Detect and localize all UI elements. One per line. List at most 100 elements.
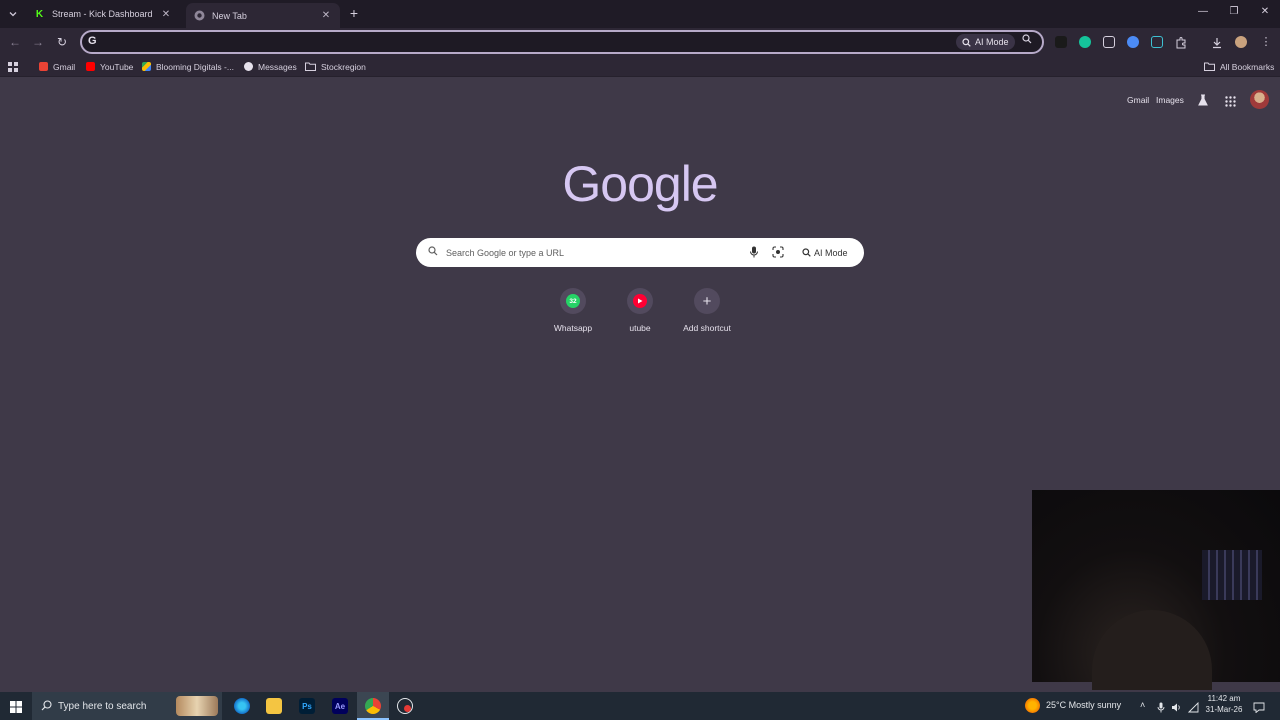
shortcut-label: Whatsapp bbox=[553, 323, 593, 333]
tab-title: Stream - Kick Dashboard bbox=[52, 9, 153, 19]
weather-text[interactable]: 25°C Mostly sunny bbox=[1046, 700, 1121, 710]
shortcut-tile: + bbox=[694, 288, 720, 314]
webcam-person bbox=[1092, 610, 1212, 690]
file-explorer-icon[interactable] bbox=[266, 698, 282, 714]
tab-search-button[interactable] bbox=[4, 5, 22, 23]
download-icon[interactable] bbox=[1211, 36, 1223, 49]
chevron-down-icon bbox=[9, 12, 17, 17]
all-bookmarks[interactable]: All Bookmarks bbox=[1204, 60, 1274, 73]
chrome-icon bbox=[365, 698, 381, 714]
labs-flask-icon[interactable] bbox=[1197, 93, 1209, 111]
bookmark-stockregion[interactable]: Stockregion bbox=[305, 60, 366, 73]
close-window-button[interactable]: ✕ bbox=[1256, 6, 1274, 17]
volume-icon[interactable] bbox=[1171, 700, 1182, 718]
address-bar-input[interactable] bbox=[106, 34, 946, 50]
search-box[interactable]: AI Mode bbox=[416, 238, 864, 267]
new-tab-button[interactable]: + bbox=[346, 5, 362, 21]
reload-button[interactable]: ↻ bbox=[55, 35, 69, 49]
clock-time: 11:42 am bbox=[1207, 694, 1241, 703]
shortcut-label: Add shortcut bbox=[683, 323, 731, 333]
search-icon bbox=[41, 700, 52, 711]
apps-grid-icon[interactable] bbox=[8, 60, 18, 73]
taskbar-search-placeholder: Type here to search bbox=[58, 700, 147, 712]
plus-icon: + bbox=[702, 292, 712, 310]
clock[interactable]: 11:42 am 31-Mar-26 bbox=[1202, 693, 1246, 715]
bookmark-label: Messages bbox=[258, 61, 297, 72]
chrome-taskbar-button[interactable] bbox=[357, 692, 389, 720]
bookmarks-bar: Gmail YouTube Blooming Digitals -... Mes… bbox=[0, 56, 1280, 77]
extension-blue-icon[interactable] bbox=[1127, 36, 1139, 48]
google-apps-icon[interactable] bbox=[1225, 94, 1236, 112]
youtube-icon bbox=[86, 62, 95, 71]
screenshot-icon[interactable] bbox=[1151, 36, 1163, 48]
after-effects-icon[interactable]: Ae bbox=[332, 698, 348, 714]
bookmark-messages[interactable]: Messages bbox=[244, 60, 297, 73]
minimize-button[interactable]: — bbox=[1194, 6, 1212, 17]
shortcut-label: utube bbox=[629, 323, 651, 333]
search-icon[interactable] bbox=[1022, 34, 1032, 47]
omnibox[interactable]: G AI Mode bbox=[80, 30, 1044, 54]
search-input[interactable] bbox=[446, 245, 736, 260]
search-highlight-image bbox=[176, 696, 218, 716]
bookmark-blooming-digitals[interactable]: Blooming Digitals -... bbox=[142, 60, 234, 73]
tab-strip: K Stream - Kick Dashboard ✕ New Tab ✕ + … bbox=[0, 0, 1280, 28]
webcam-overlay bbox=[1032, 490, 1280, 690]
all-bookmarks-label: All Bookmarks bbox=[1220, 61, 1275, 72]
shortcut-tile bbox=[627, 288, 653, 314]
profile-avatar[interactable] bbox=[1235, 36, 1247, 48]
youtube-icon bbox=[633, 294, 647, 308]
puzzle-extensions-icon[interactable] bbox=[1175, 36, 1187, 49]
bookmark-youtube[interactable]: YouTube bbox=[86, 60, 133, 73]
back-button[interactable]: ← bbox=[8, 35, 22, 49]
shortcut-add[interactable]: + Add shortcut bbox=[672, 288, 742, 333]
shortcut-utube[interactable]: utube bbox=[605, 288, 675, 333]
photoshop-icon[interactable]: Ps bbox=[299, 698, 315, 714]
search-icon bbox=[428, 246, 438, 256]
gmail-link[interactable]: Gmail bbox=[1127, 95, 1149, 105]
bookmark-gmail[interactable]: Gmail bbox=[39, 60, 75, 73]
menu-dots-icon[interactable]: ⋮ bbox=[1260, 36, 1272, 48]
network-icon[interactable] bbox=[1187, 700, 1199, 718]
toolbar: ← → ↻ G AI Mode ⋮ bbox=[0, 28, 1280, 56]
messages-icon bbox=[244, 62, 253, 71]
tab-kick-dashboard[interactable]: K Stream - Kick Dashboard ✕ bbox=[26, 3, 180, 25]
extension-window-icon[interactable] bbox=[1103, 36, 1115, 48]
record-dot bbox=[404, 705, 411, 712]
chevron-up-icon[interactable]: ˄ bbox=[1140, 700, 1145, 710]
tab-new-tab[interactable]: New Tab ✕ bbox=[186, 3, 340, 28]
close-icon[interactable]: ✕ bbox=[320, 10, 332, 21]
taskbar: Type here to search Ps Ae 25°C Mostly su… bbox=[0, 692, 1280, 720]
google-logo: Google bbox=[562, 156, 718, 212]
ai-mode-label: AI Mode bbox=[814, 247, 848, 258]
google-g-icon: G bbox=[88, 35, 97, 47]
edge-icon[interactable] bbox=[234, 698, 250, 714]
taskbar-search-box[interactable]: Type here to search bbox=[32, 692, 222, 720]
windows-start-icon[interactable] bbox=[10, 700, 22, 718]
folder-icon bbox=[305, 62, 316, 71]
webcam-background-object bbox=[1202, 550, 1262, 600]
restore-button[interactable]: ❐ bbox=[1225, 6, 1243, 17]
bookmark-label: Stockregion bbox=[321, 61, 366, 72]
notification-icon[interactable] bbox=[1253, 700, 1265, 718]
omnibox-ai-mode-button[interactable]: AI Mode bbox=[956, 34, 1015, 50]
extension-hat-icon[interactable] bbox=[1055, 36, 1067, 48]
ai-mode-button[interactable]: AI Mode bbox=[796, 243, 854, 262]
account-avatar[interactable] bbox=[1250, 90, 1269, 109]
google-lens-icon[interactable] bbox=[772, 246, 784, 258]
clock-date: 31-Mar-26 bbox=[1205, 705, 1243, 714]
images-link[interactable]: Images bbox=[1156, 95, 1184, 105]
microphone-icon[interactable] bbox=[749, 246, 759, 258]
gmail-icon bbox=[39, 62, 48, 71]
drive-icon bbox=[142, 62, 151, 71]
kick-icon: K bbox=[35, 8, 44, 20]
forward-button[interactable]: → bbox=[31, 35, 45, 49]
record-app-icon[interactable] bbox=[397, 698, 413, 714]
close-icon[interactable]: ✕ bbox=[160, 9, 172, 20]
shortcut-whatsapp[interactable]: 32 Whatsapp bbox=[538, 288, 608, 333]
bookmark-label: Gmail bbox=[53, 61, 76, 72]
weather-sun-icon bbox=[1025, 698, 1040, 713]
bookmark-label: Blooming Digitals -... bbox=[156, 61, 234, 72]
microphone-icon[interactable] bbox=[1157, 700, 1165, 718]
grammarly-icon[interactable] bbox=[1079, 36, 1091, 48]
chrome-icon bbox=[194, 10, 205, 21]
